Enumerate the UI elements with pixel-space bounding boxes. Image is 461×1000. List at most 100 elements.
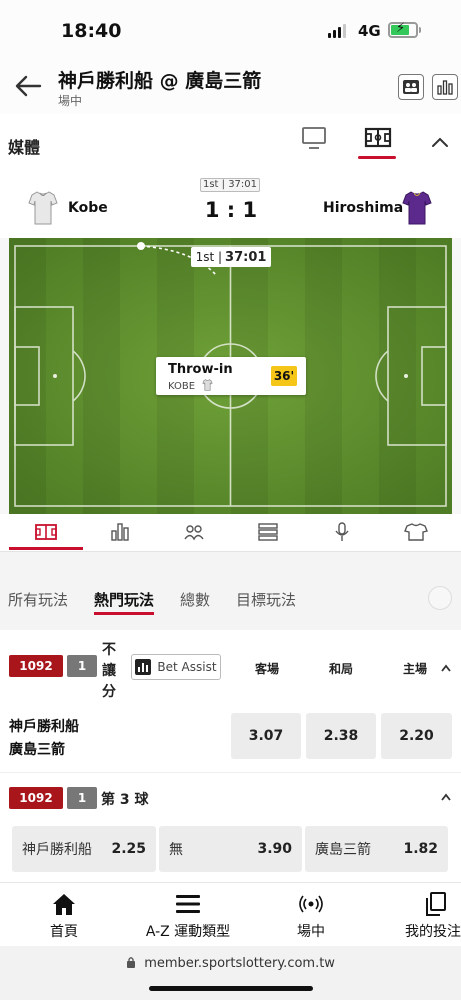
option-label: 神戶勝利船 bbox=[22, 842, 92, 858]
bet-assist-label: Bet Assist bbox=[157, 660, 217, 674]
battery-tip bbox=[419, 27, 421, 33]
menu-icon bbox=[176, 895, 200, 913]
home-indicator bbox=[149, 986, 313, 991]
cellular-signal-icon bbox=[328, 24, 346, 38]
home-team-name: Kobe bbox=[68, 200, 108, 216]
tab-lineup-icon[interactable] bbox=[182, 522, 206, 542]
event-minute: 36' bbox=[271, 366, 297, 386]
nav-az-sports-label: A-Z 運動類型 bbox=[145, 924, 231, 940]
tab-totals[interactable]: 總數 bbox=[180, 589, 210, 610]
market-id-badge: 1092 bbox=[9, 787, 63, 809]
pitch-timer-clock: 37:01 bbox=[225, 249, 267, 265]
tab-standings-icon[interactable] bbox=[256, 522, 280, 542]
team-line-away: 廣島三箭 bbox=[9, 742, 65, 758]
info-tab-underline bbox=[9, 547, 83, 550]
match-score: 1 : 1 bbox=[204, 198, 258, 222]
app-header: 神戶勝利船 @ 廣島三箭 場中 bbox=[0, 62, 461, 114]
col-home: 主場 bbox=[403, 662, 428, 676]
status-time: 18:40 bbox=[61, 20, 122, 42]
event-title: Throw-in bbox=[168, 362, 233, 377]
market-line-badge: 1 bbox=[67, 787, 97, 809]
match-title: 神戶勝利船 @ 廣島三箭 bbox=[58, 70, 262, 92]
nav-my-bets[interactable]: 我的投注 bbox=[405, 891, 461, 941]
odd-button-away[interactable]: 廣島三箭 1.82 bbox=[305, 826, 448, 872]
ball-position-marker bbox=[137, 242, 145, 250]
market-name-char: 不 bbox=[102, 642, 116, 658]
event-team: KOBE bbox=[168, 379, 213, 392]
chevron-up-icon[interactable] bbox=[440, 793, 452, 801]
event-card: Throw-in KOBE 36' bbox=[156, 357, 306, 395]
odd-button-none[interactable]: 無 3.90 bbox=[159, 826, 302, 872]
market-id-badge: 1092 bbox=[9, 655, 63, 677]
market-tabs: 所有玩法 熱門玩法 總數 目標玩法 bbox=[0, 552, 461, 630]
market-tab-underline bbox=[94, 612, 154, 615]
battery-icon: ⚡ bbox=[388, 21, 418, 38]
tab-popular-markets[interactable]: 熱門玩法 bbox=[94, 589, 154, 610]
odd-button-home[interactable]: 2.20 bbox=[381, 713, 452, 759]
option-odd: 2.25 bbox=[111, 841, 146, 857]
chevron-up-icon[interactable] bbox=[430, 134, 450, 150]
tab-pitch-icon[interactable] bbox=[34, 522, 58, 542]
arrow-left-icon[interactable] bbox=[14, 74, 42, 98]
option-odd: 1.82 bbox=[403, 841, 438, 857]
lineup-icon bbox=[403, 80, 419, 94]
media-bar: 媒體 bbox=[0, 114, 461, 172]
away-jersey-icon bbox=[402, 191, 432, 225]
nav-home-label: 首頁 bbox=[50, 924, 78, 940]
stats-button[interactable] bbox=[432, 74, 458, 100]
bottom-nav: 首頁 A-Z 運動類型 場中 我的投注 bbox=[0, 882, 461, 946]
pitch-view-icon[interactable] bbox=[364, 124, 392, 152]
tv-icon[interactable] bbox=[300, 124, 328, 152]
odd-button-draw[interactable]: 2.38 bbox=[306, 713, 376, 759]
url-text: member.sportslottery.com.tw bbox=[144, 956, 335, 971]
media-tab-underline bbox=[358, 156, 396, 159]
tab-commentary-icon[interactable] bbox=[330, 522, 354, 542]
nav-live-label: 場中 bbox=[297, 924, 325, 940]
lock-icon bbox=[127, 957, 136, 968]
documents-icon bbox=[426, 892, 446, 916]
option-label: 廣島三箭 bbox=[315, 842, 371, 858]
info-tabs bbox=[0, 514, 461, 552]
shirt-icon bbox=[202, 379, 213, 391]
nav-my-bets-label: 我的投注 bbox=[405, 924, 461, 940]
bar-chart-icon bbox=[437, 80, 453, 95]
network-type: 4G bbox=[358, 22, 381, 40]
market-name: 不 讓 分 bbox=[101, 640, 117, 703]
media-title: 媒體 bbox=[8, 138, 41, 157]
tab-goal-markets[interactable]: 目標玩法 bbox=[236, 589, 296, 610]
market-name-char: 讓 bbox=[102, 663, 116, 679]
market-name: 第 3 球 bbox=[101, 792, 149, 808]
bet-assist-icon bbox=[135, 659, 152, 675]
pitch-timer: 1st | 37:01 bbox=[191, 247, 271, 267]
odd-button-away[interactable]: 3.07 bbox=[231, 713, 301, 759]
tab-stats-icon[interactable] bbox=[108, 522, 132, 542]
bet-assist-button[interactable]: Bet Assist bbox=[131, 654, 221, 680]
nav-home[interactable]: 首頁 bbox=[44, 891, 84, 941]
lineup-button[interactable] bbox=[398, 74, 424, 100]
chevron-up-icon[interactable] bbox=[440, 664, 452, 672]
status-bar: 18:40 4G ⚡ bbox=[0, 0, 461, 62]
team-line-home: 神戶勝利船 bbox=[9, 719, 79, 735]
more-markets-button[interactable] bbox=[428, 586, 452, 610]
home-icon bbox=[53, 894, 75, 915]
market-line-badge: 1 bbox=[67, 655, 97, 677]
away-team-name: Hiroshima bbox=[323, 200, 404, 216]
col-away: 客場 bbox=[255, 662, 280, 676]
odd-button-home[interactable]: 神戶勝利船 2.25 bbox=[12, 826, 156, 872]
url-display: member.sportslottery.com.tw bbox=[0, 956, 461, 971]
market-third-goal: 1092 1 第 3 球 神戶勝利船 2.25 無 3.90 廣島三箭 1.82 bbox=[0, 772, 461, 882]
scoreboard: 1st | 37:01 Kobe 1 : 1 Hiroshima bbox=[0, 172, 461, 238]
live-signal-icon bbox=[299, 895, 323, 913]
tab-all-markets[interactable]: 所有玩法 bbox=[8, 589, 68, 610]
nav-live[interactable]: 場中 bbox=[291, 891, 331, 941]
option-odd: 3.90 bbox=[257, 841, 292, 857]
nav-az-sports[interactable]: A-Z 運動類型 bbox=[138, 891, 238, 941]
market-name-char: 分 bbox=[102, 684, 116, 700]
col-draw: 和局 bbox=[329, 662, 354, 676]
event-team-name: KOBE bbox=[168, 381, 196, 392]
browser-url-bar[interactable]: member.sportslottery.com.tw bbox=[0, 946, 461, 1000]
match-status: 場中 bbox=[58, 94, 83, 108]
tab-kit-icon[interactable] bbox=[404, 522, 428, 542]
pitch-timer-period: 1st | bbox=[195, 250, 223, 264]
period-badge: 1st | 37:01 bbox=[200, 178, 260, 192]
